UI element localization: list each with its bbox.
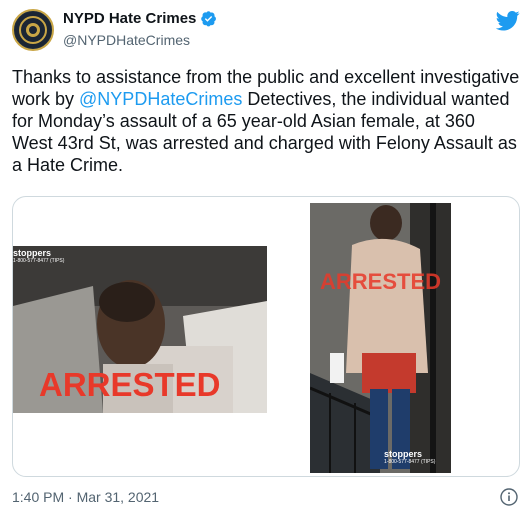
suspect-photo-1[interactable]: stoppers 1-800-577-8477 (TIPS) ARRESTED xyxy=(13,246,267,413)
tweet-timestamp[interactable]: 1:40 PM · Mar 31, 2021 xyxy=(12,489,159,505)
arrested-stamp-1: ARRESTED xyxy=(39,366,221,403)
crimestoppers-phone-2: 1-800-577-8477 (TIPS) xyxy=(384,459,436,465)
info-icon[interactable] xyxy=(500,488,518,506)
mention-link[interactable]: @NYPDHateCrimes xyxy=(79,89,242,109)
account-name-row[interactable]: NYPD Hate Crimes xyxy=(63,10,217,27)
crimestoppers-label-2: stoppers xyxy=(384,449,423,459)
avatar[interactable] xyxy=(12,9,54,51)
arrested-stamp-2: ARRESTED xyxy=(320,269,442,294)
tweet-text: Thanks to assistance from the public and… xyxy=(12,66,520,176)
display-name[interactable]: NYPD Hate Crimes xyxy=(63,10,196,27)
crimestoppers-label-1: stoppers xyxy=(13,248,52,258)
account-handle[interactable]: @NYPDHateCrimes xyxy=(63,32,190,48)
crimestoppers-logo-1: stoppers 1-800-577-8477 (TIPS) xyxy=(13,248,64,264)
crimestoppers-logo-2: stoppers 1-800-577-8477 (TIPS) xyxy=(384,449,435,465)
nypd-badge-icon xyxy=(15,12,51,48)
suspect-photo-2[interactable]: ARRESTED stoppers 1-800-577-8477 (TIPS) xyxy=(310,203,451,473)
photo-2-image xyxy=(310,203,451,473)
verified-badge-icon xyxy=(201,11,217,27)
twitter-bird-icon[interactable] xyxy=(496,11,520,31)
media-container[interactable]: stoppers 1-800-577-8477 (TIPS) ARRESTED … xyxy=(12,196,520,477)
crimestoppers-phone-1: 1-800-577-8477 (TIPS) xyxy=(13,258,65,264)
